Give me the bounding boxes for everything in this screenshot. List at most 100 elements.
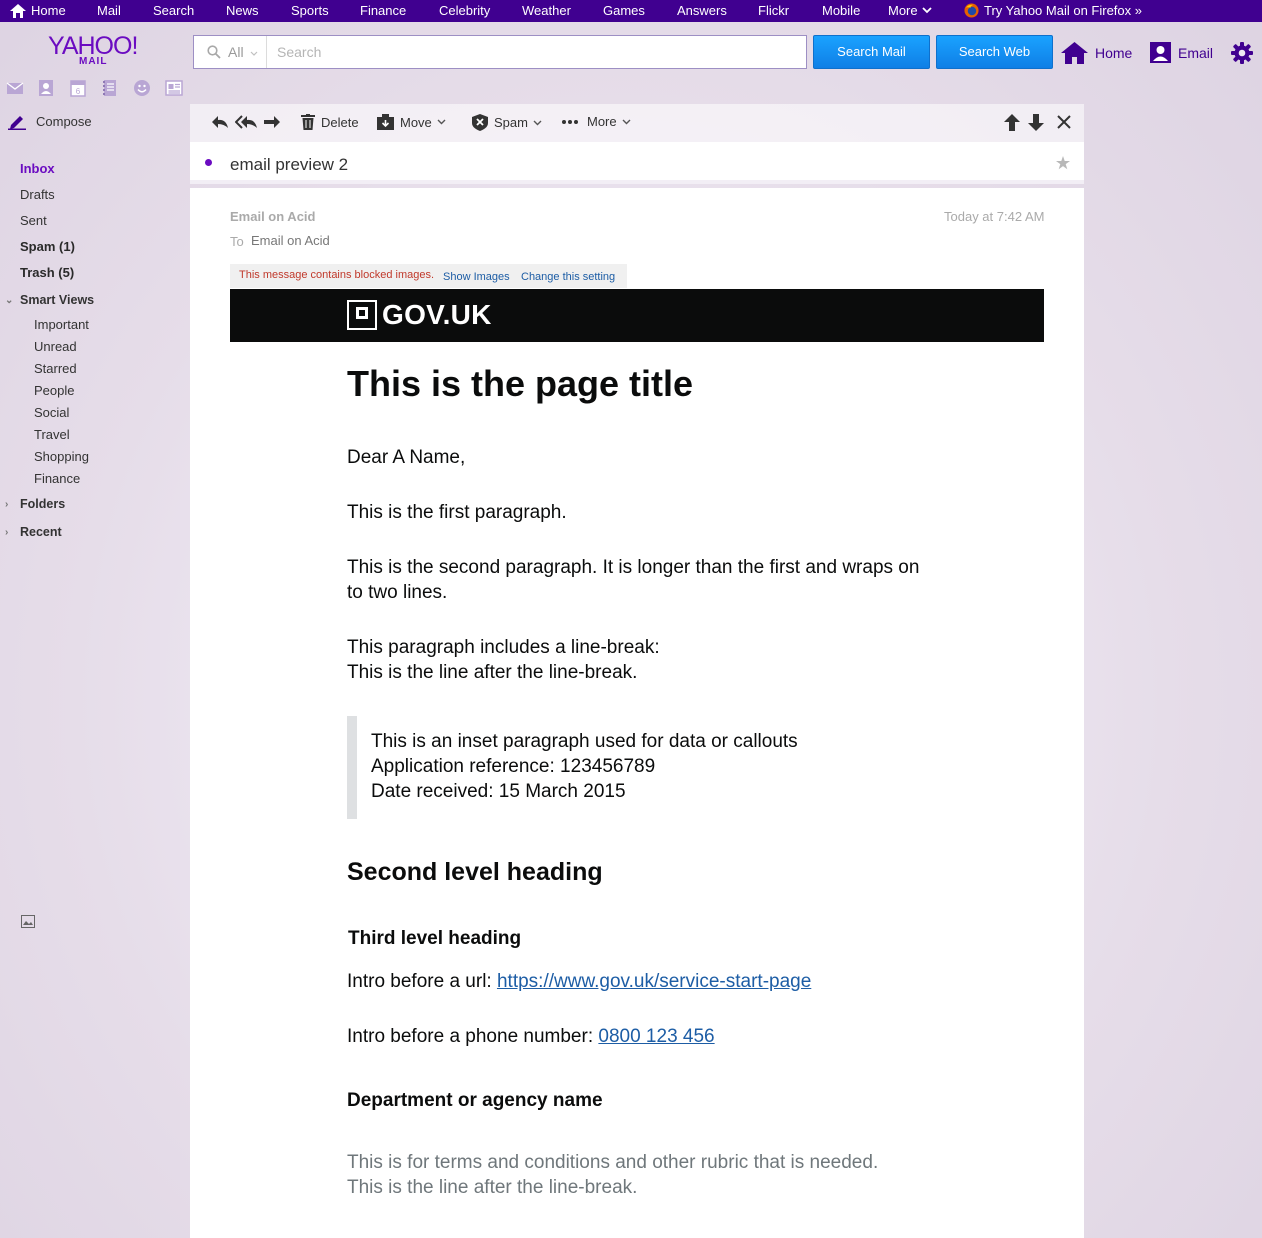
top-nav-bar: Home Mail Search News Sports Finance Cel…	[0, 0, 1262, 22]
smart-view-shopping[interactable]: Shopping	[34, 449, 89, 464]
more-actions-button[interactable]: More	[562, 114, 637, 129]
nav-flickr[interactable]: Flickr	[758, 3, 789, 18]
email-greeting: Dear A Name,	[347, 447, 466, 468]
svg-text:6: 6	[76, 87, 81, 96]
folder-drafts[interactable]: Drafts	[20, 187, 55, 202]
department-name: Department or agency name	[347, 1090, 603, 1111]
reply-all-icon[interactable]	[235, 114, 258, 130]
move-label: Move	[400, 114, 432, 130]
nav-more[interactable]: More	[888, 3, 932, 18]
folder-trash[interactable]: Trash (5)	[20, 265, 74, 280]
search-mail-button[interactable]: Search Mail	[813, 35, 930, 69]
move-button[interactable]: Move	[377, 114, 452, 130]
nav-finance[interactable]: Finance	[360, 3, 406, 18]
next-message-icon[interactable]	[1028, 114, 1044, 131]
chevron-right-icon: ›	[5, 526, 9, 538]
firefox-promo-link[interactable]: Try Yahoo Mail on Firefox »	[964, 3, 1142, 18]
star-icon[interactable]	[1056, 156, 1070, 170]
blocked-images-text: This message contains blocked images.	[239, 269, 435, 281]
chevron-down-icon	[250, 51, 258, 56]
search-input[interactable]	[268, 36, 806, 68]
nav-weather[interactable]: Weather	[522, 3, 571, 18]
nav-home-label: Home	[31, 3, 66, 18]
header-home-link[interactable]: Home	[1061, 42, 1132, 64]
nav-home[interactable]: Home	[10, 3, 66, 18]
inset-line-2: Application reference: 123456789	[371, 756, 656, 777]
search-scope-label: All	[228, 44, 244, 60]
compose-button[interactable]: Compose	[8, 113, 92, 130]
recent-toggle[interactable]: › Recent	[5, 525, 62, 539]
smart-view-starred[interactable]: Starred	[34, 361, 77, 376]
folders-label: Folders	[20, 497, 66, 511]
reply-icon[interactable]	[211, 114, 229, 130]
newsfeed-icon[interactable]	[165, 79, 183, 97]
email-paragraph-2-line-1: This is the second paragraph. It is long…	[347, 557, 920, 578]
smart-view-finance[interactable]: Finance	[34, 471, 80, 486]
forward-icon[interactable]	[263, 114, 281, 130]
folders-toggle[interactable]: › Folders	[5, 497, 65, 511]
nav-mail[interactable]: Mail	[97, 3, 121, 18]
inset-border	[347, 716, 357, 819]
home-icon	[10, 3, 26, 18]
unread-dot	[205, 159, 212, 166]
show-images-link[interactable]: Show Images	[443, 271, 510, 283]
govuk-header: GOV.UK	[230, 289, 1044, 342]
folder-sent[interactable]: Sent	[20, 213, 47, 228]
url-paragraph: Intro before a url: https://www.gov.uk/s…	[347, 971, 811, 993]
header-email-link[interactable]: Email	[1150, 42, 1213, 63]
close-icon[interactable]	[1057, 115, 1071, 129]
ellipsis-icon	[562, 119, 578, 124]
smart-view-unread[interactable]: Unread	[34, 339, 77, 354]
smart-view-social[interactable]: Social	[34, 405, 69, 420]
firefox-icon	[964, 3, 979, 18]
recipient-name[interactable]: Email on Acid	[251, 233, 330, 248]
nav-search[interactable]: Search	[153, 3, 194, 18]
previous-message-icon[interactable]	[1004, 114, 1020, 131]
settings-gear-icon[interactable]	[1231, 42, 1253, 64]
email-paragraph-3-line-2: This is the line after the line-break.	[347, 662, 638, 683]
folder-inbox[interactable]: Inbox	[20, 161, 55, 176]
smart-views-toggle[interactable]: ⌄ Smart Views	[5, 293, 94, 307]
search-scope-select[interactable]: All	[194, 36, 267, 68]
nav-mobile[interactable]: Mobile	[822, 3, 860, 18]
move-to-folder-icon	[377, 114, 394, 130]
recent-label: Recent	[20, 525, 62, 539]
folder-spam[interactable]: Spam (1)	[20, 239, 75, 254]
image-icon[interactable]	[21, 915, 35, 928]
to-label: To	[230, 234, 244, 249]
url-intro: Intro before a url:	[347, 971, 497, 992]
mail-icon[interactable]	[6, 79, 24, 97]
messenger-icon[interactable]	[133, 79, 151, 97]
contacts-icon[interactable]	[37, 79, 55, 97]
pencil-icon	[8, 116, 26, 130]
delete-button[interactable]: Delete	[301, 114, 359, 130]
service-url-link[interactable]: https://www.gov.uk/service-start-page	[497, 971, 811, 992]
logo-subtext: MAIL	[79, 56, 108, 67]
more-actions-label: More	[587, 114, 617, 129]
yahoo-mail-logo[interactable]: YAHOO! MAIL	[48, 30, 144, 70]
search-web-button[interactable]: Search Web	[936, 35, 1053, 69]
search-icon	[207, 45, 221, 59]
nav-sports[interactable]: Sports	[291, 3, 329, 18]
smart-view-important[interactable]: Important	[34, 317, 89, 332]
nav-answers[interactable]: Answers	[677, 3, 727, 18]
notepad-icon[interactable]	[101, 79, 119, 97]
smart-view-people[interactable]: People	[34, 383, 74, 398]
calendar-icon[interactable]: 6	[69, 79, 87, 97]
phone-number-link[interactable]: 0800 123 456	[598, 1026, 714, 1047]
sender-name[interactable]: Email on Acid	[230, 209, 315, 224]
spam-button[interactable]: Spam	[472, 114, 548, 131]
message-subject: email preview 2	[230, 155, 349, 174]
nav-news[interactable]: News	[226, 3, 259, 18]
subject-bar: email preview 2	[190, 142, 1084, 184]
nav-celebrity[interactable]: Celebrity	[439, 3, 490, 18]
email-heading-2: Second level heading	[347, 858, 603, 886]
trash-icon	[301, 114, 315, 130]
phone-intro: Intro before a phone number:	[347, 1026, 599, 1047]
home-icon	[1061, 42, 1088, 64]
search-box: All	[193, 35, 807, 69]
nav-games[interactable]: Games	[603, 3, 645, 18]
crown-logo-icon	[347, 300, 377, 330]
smart-view-travel[interactable]: Travel	[34, 427, 70, 442]
change-setting-link[interactable]: Change this setting	[521, 271, 615, 283]
